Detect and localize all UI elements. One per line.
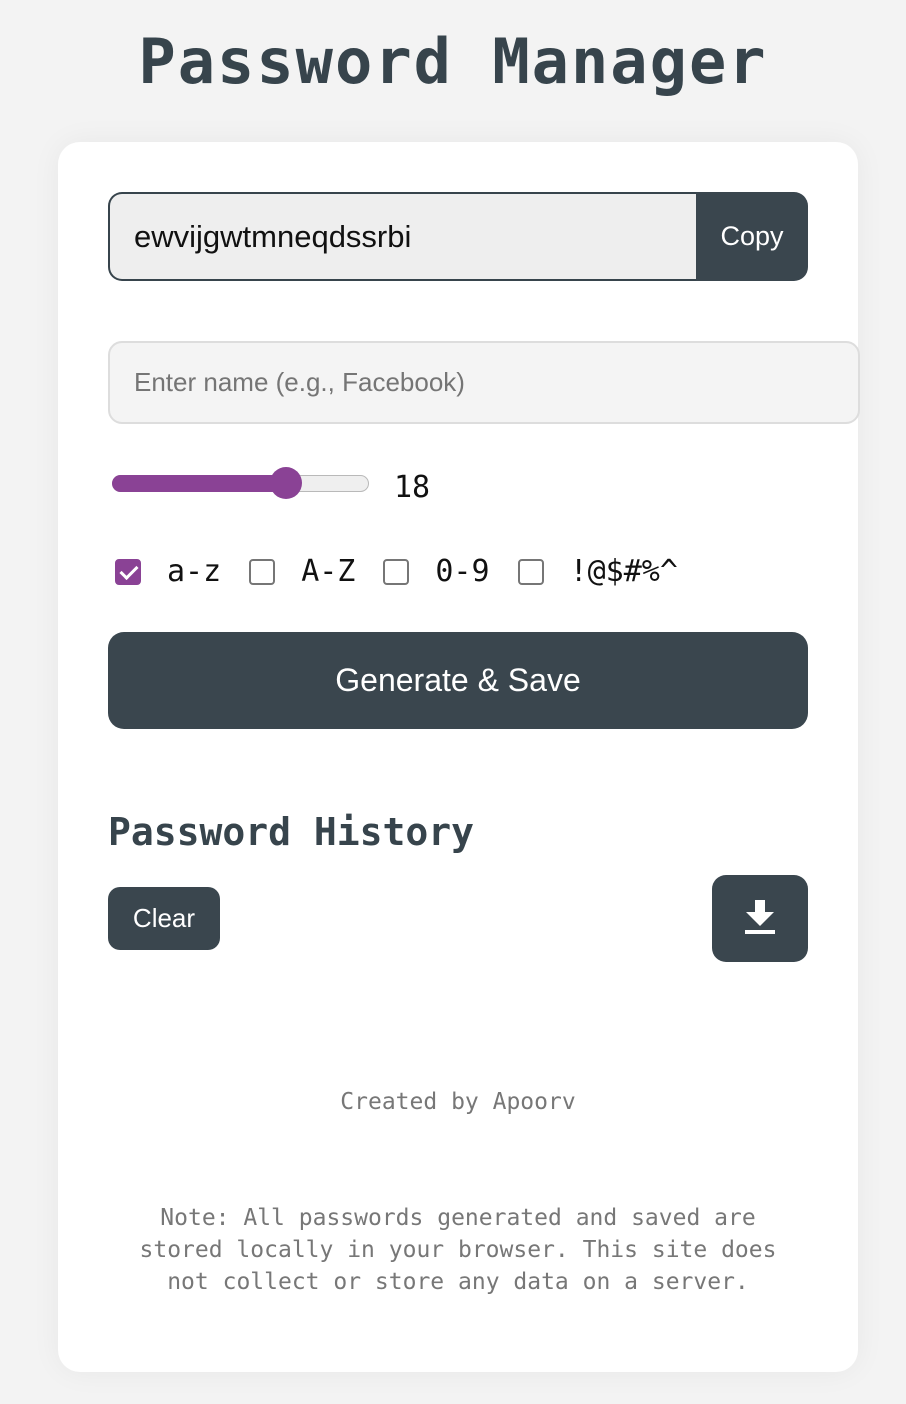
length-slider[interactable] [111, 467, 369, 499]
privacy-note: Note: All passwords generated and saved … [139, 1205, 777, 1295]
numbers-label: 0-9 [435, 554, 490, 589]
history-title: Password History [108, 810, 475, 854]
symbols-label: !@$#%^ [569, 554, 678, 589]
uppercase-checkbox[interactable] [249, 559, 276, 585]
password-output-field[interactable] [108, 192, 696, 281]
clear-history-button[interactable]: Clear [108, 887, 220, 950]
download-icon [745, 900, 775, 937]
length-slider-fill [111, 474, 286, 492]
password-card: Copy 18 a-z A-Z 0-9 !@$#%^ Generate & Sa… [58, 142, 860, 1372]
lowercase-label: a-z [167, 554, 222, 589]
character-options: a-z A-Z 0-9 !@$#%^ [115, 552, 706, 592]
length-value: 18 [394, 470, 431, 505]
copy-button[interactable]: Copy [696, 192, 808, 281]
page-title: Password Manager [138, 25, 768, 98]
credit-text: Created by Apoorv [340, 1089, 576, 1115]
download-history-button[interactable] [712, 875, 808, 962]
name-input[interactable] [108, 341, 860, 424]
numbers-checkbox[interactable] [383, 559, 410, 585]
generate-save-button[interactable]: Generate & Save [108, 632, 808, 729]
lowercase-checkbox[interactable] [115, 559, 141, 585]
symbols-checkbox[interactable] [517, 559, 544, 585]
length-slider-thumb[interactable] [269, 467, 302, 499]
uppercase-label: A-Z [301, 554, 356, 589]
password-output-row: Copy [108, 192, 808, 281]
